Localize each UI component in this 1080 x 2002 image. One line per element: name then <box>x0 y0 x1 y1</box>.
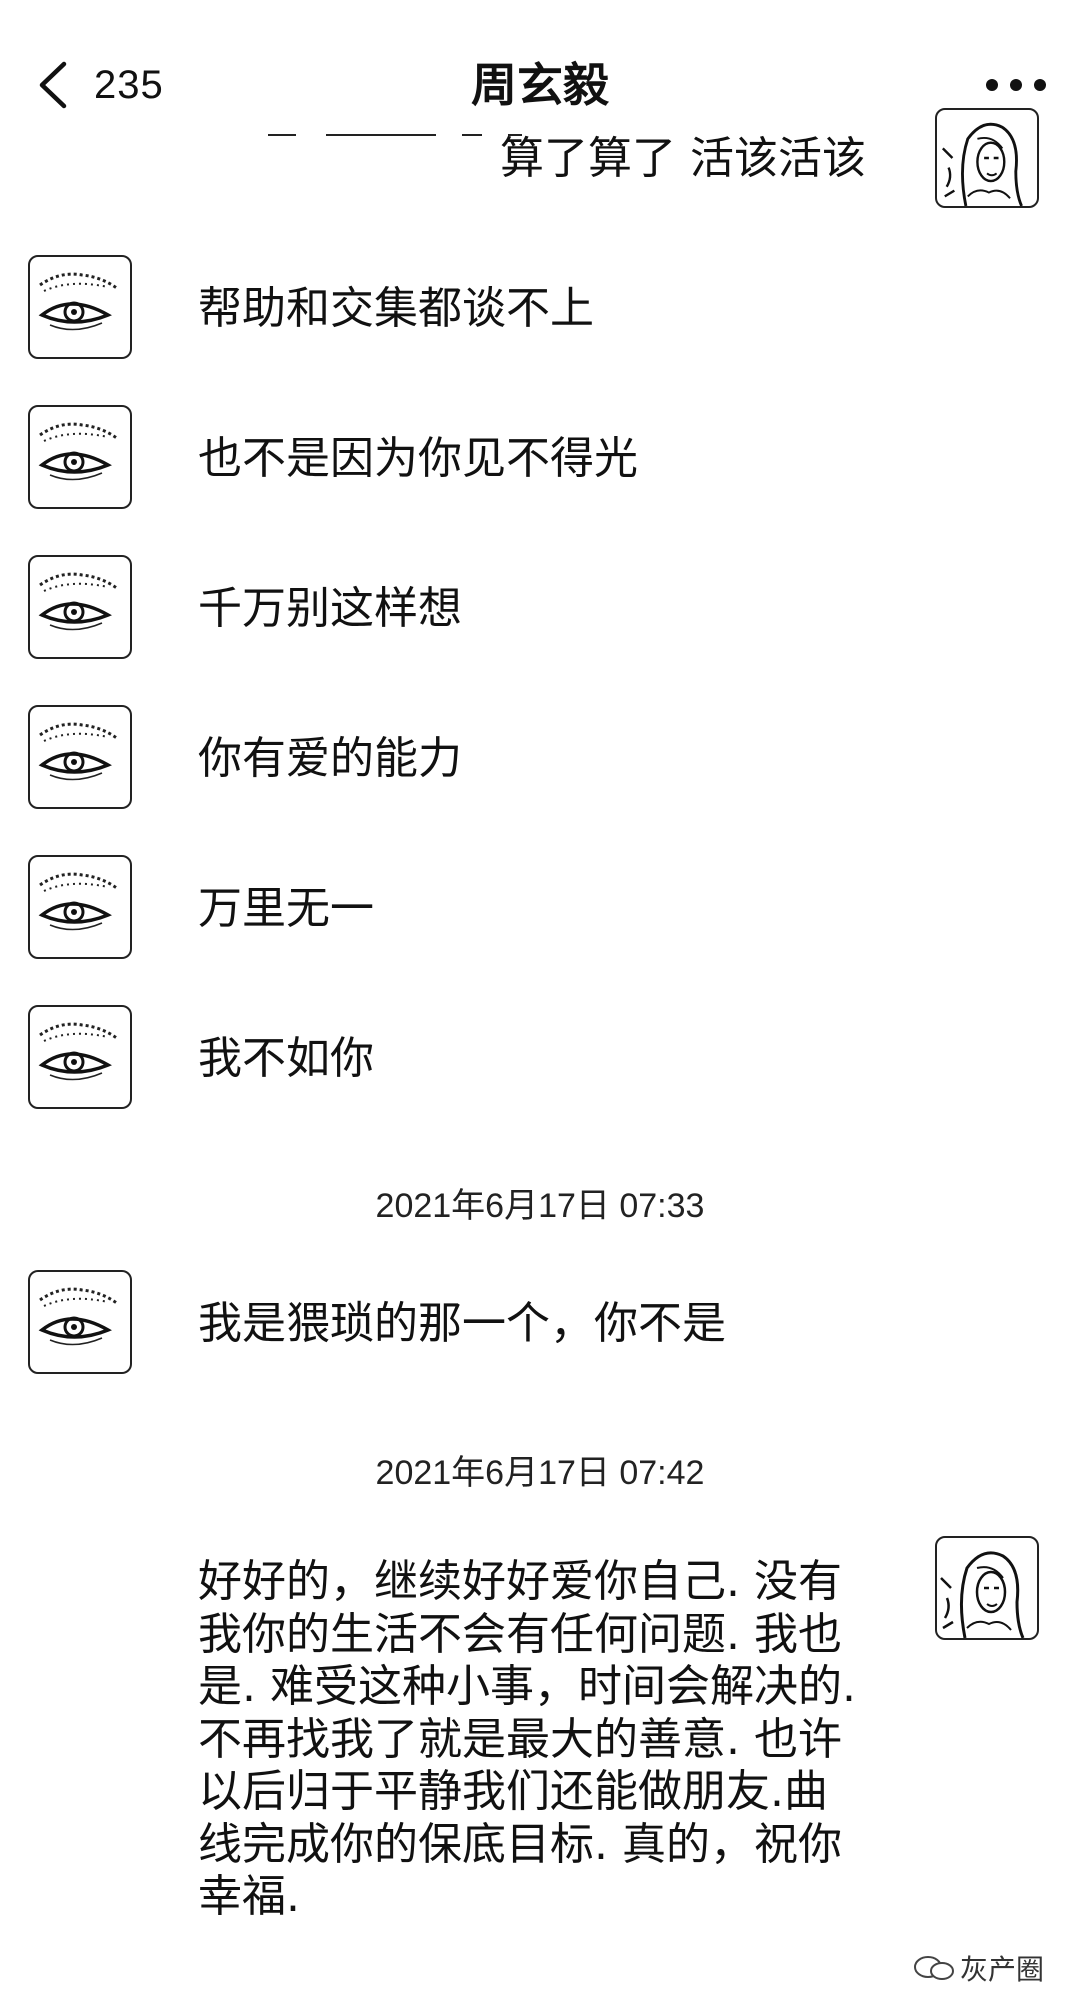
eye-avatar[interactable] <box>28 705 132 809</box>
eye-avatar[interactable] <box>28 855 132 959</box>
message-text: 好好的，继续好好爱你自己. 没有我你的生活不会有任何问题. 我也是. 难受这种小… <box>198 1556 856 1922</box>
timestamp: 2021年6月17日 07:33 <box>375 1187 705 1225</box>
chat-title: 周玄毅 <box>471 58 609 112</box>
message-text: 我是猥琐的那一个，你不是 <box>198 1298 726 1349</box>
more-dots-icon[interactable] <box>986 62 1046 108</box>
woman-portrait-avatar[interactable] <box>935 1536 1039 1640</box>
message-text: 算了算了 活该活该 <box>500 133 866 184</box>
eye-avatar[interactable] <box>28 555 132 659</box>
watermark-text: 灰产圈 <box>959 1953 1044 1986</box>
eye-avatar[interactable] <box>28 255 132 359</box>
watermark: 灰产圈 <box>912 1948 1044 1988</box>
divider <box>326 134 436 136</box>
woman-portrait-avatar[interactable] <box>935 108 1039 208</box>
timestamp: 2021年6月17日 07:42 <box>375 1454 705 1492</box>
divider <box>268 134 296 136</box>
message-text: 帮助和交集都谈不上 <box>198 283 594 334</box>
eye-avatar[interactable] <box>28 1005 132 1109</box>
message-text: 也不是因为你见不得光 <box>198 433 638 484</box>
message-text: 万里无一 <box>198 883 374 934</box>
message-text: 千万别这样想 <box>198 583 462 634</box>
eye-avatar[interactable] <box>28 1270 132 1374</box>
eye-avatar[interactable] <box>28 405 132 509</box>
message-text: 你有爱的能力 <box>198 733 462 784</box>
chat-bubble-icon <box>913 1956 954 1980</box>
message-text: 我不如你 <box>198 1033 374 1084</box>
chat-header: 235 周玄毅 <box>0 0 1080 140</box>
divider <box>462 134 482 136</box>
